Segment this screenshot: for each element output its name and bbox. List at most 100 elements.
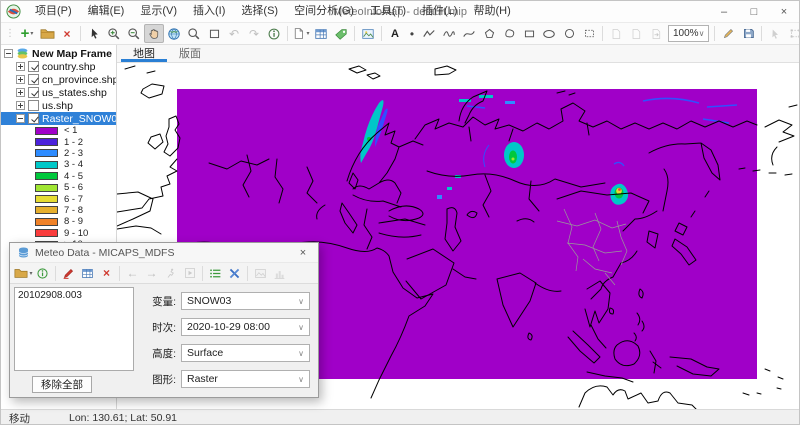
table-icon	[314, 27, 328, 41]
point-graphic-button[interactable]: •	[405, 24, 419, 43]
identify-button[interactable]	[264, 24, 284, 43]
select-tool-button[interactable]	[84, 24, 104, 43]
data-file-item[interactable]: 20102908.003	[18, 290, 130, 301]
page-arrow-icon	[650, 28, 662, 40]
dialog-animate-button[interactable]	[161, 264, 180, 282]
dialog-image-button[interactable]	[251, 264, 270, 282]
tree-node-layer-selected[interactable]: Raster_SNOW03_Surfa	[1, 112, 116, 125]
variable-select[interactable]: SNOW03 ∨	[181, 292, 310, 310]
coast-australia	[579, 386, 700, 409]
expand-expander-icon[interactable]	[16, 62, 25, 71]
expand-expander-icon[interactable]	[16, 101, 25, 110]
dialog-open-file-button[interactable]: ▾	[14, 264, 33, 282]
remove-layers-button[interactable]: ×	[57, 24, 77, 43]
freehand-polygon-button[interactable]	[499, 24, 519, 43]
edit-graphic-button[interactable]	[718, 24, 738, 43]
time-select[interactable]: 2020-10-29 08:00 ∨	[181, 318, 310, 336]
tree-node-layer[interactable]: us.shp	[1, 99, 116, 112]
zoom-level-combo[interactable]: 100% ∨	[668, 25, 709, 42]
menu-help[interactable]: 帮助(H)	[465, 1, 518, 22]
dialog-chart-button[interactable]	[270, 264, 289, 282]
legend-item: 5 - 6	[1, 182, 116, 193]
level-select[interactable]: Surface ∨	[181, 344, 310, 362]
menu-selection[interactable]: 选择(S)	[233, 1, 286, 22]
expand-expander-icon[interactable]	[16, 75, 25, 84]
save-button[interactable]	[738, 24, 758, 43]
tree-node-layer[interactable]: cn_province.shp	[1, 73, 116, 86]
menu-project[interactable]: 项目(P)	[27, 1, 80, 22]
layer-checkbox[interactable]	[28, 100, 39, 111]
tab-map[interactable]: 地图	[121, 45, 167, 62]
circle-icon	[563, 27, 576, 40]
dialog-title-bar[interactable]: Meteo Data - MICAPS_MDFS ×	[10, 243, 318, 262]
close-button[interactable]: ×	[769, 1, 799, 22]
dialog-draw-button[interactable]	[59, 264, 78, 282]
graphic-type-select[interactable]: Raster ∨	[181, 370, 310, 388]
add-layer-button[interactable]: +▾	[17, 24, 37, 43]
tree-node-layer[interactable]: us_states.shp	[1, 86, 116, 99]
polyline-graphic-button[interactable]	[419, 24, 439, 43]
layer-checkbox[interactable]	[28, 61, 39, 72]
dialog-data-table-button[interactable]	[78, 264, 97, 282]
text-graphic-button[interactable]: A	[385, 24, 405, 43]
polygon-icon	[483, 27, 496, 40]
zoom-to-extent-button[interactable]	[204, 24, 224, 43]
collapse-expander-icon[interactable]	[4, 49, 13, 58]
data-file-list[interactable]: 20102908.003	[14, 287, 134, 371]
zoom-in-tool-button[interactable]	[104, 24, 124, 43]
select-graphics-button[interactable]	[579, 24, 599, 43]
dialog-play-button[interactable]	[180, 264, 199, 282]
remove-all-button[interactable]: 移除全部	[32, 376, 92, 393]
legend-item: 9 - 10	[1, 228, 116, 239]
edit-start-button[interactable]	[765, 24, 785, 43]
pan-tool-button[interactable]	[144, 24, 164, 43]
title-bar: 项目(P) 编辑(E) 显示(V) 插入(I) 选择(S) 空间分析(G) 工具…	[1, 1, 799, 23]
menu-tools[interactable]: 工具(T)	[362, 1, 414, 22]
menu-spatial-analysis[interactable]: 空间分析(G)	[286, 1, 362, 22]
menu-edit[interactable]: 编辑(E)	[80, 1, 133, 22]
dialog-data-info-button[interactable]	[33, 264, 52, 282]
expand-expander-icon[interactable]	[16, 88, 25, 97]
toolbar-separator	[247, 266, 248, 281]
rectangle-graphic-button[interactable]	[519, 24, 539, 43]
dialog-previous-button[interactable]: ←	[123, 264, 142, 282]
ellipse-graphic-button[interactable]	[539, 24, 559, 43]
zoom-to-layer-button[interactable]	[184, 24, 204, 43]
attribute-table-button[interactable]	[311, 24, 331, 43]
layer-checkbox[interactable]	[28, 87, 39, 98]
app-icon	[6, 4, 21, 19]
insert-image-button[interactable]	[358, 24, 378, 43]
tree-node-map-frame[interactable]: New Map Frame	[1, 47, 116, 60]
dialog-variable-list-button[interactable]	[206, 264, 225, 282]
layer-checkbox[interactable]	[28, 74, 39, 85]
dialog-close-icon[interactable]: ×	[295, 247, 311, 259]
collapse-expander-icon[interactable]	[16, 114, 25, 123]
zoom-out-tool-button[interactable]	[124, 24, 144, 43]
full-extent-button[interactable]	[164, 24, 184, 43]
label-button[interactable]	[331, 24, 351, 43]
minimize-button[interactable]: –	[709, 1, 739, 22]
tab-layout[interactable]: 版面	[167, 45, 213, 62]
graphic-copy-button[interactable]	[606, 24, 626, 43]
open-file-button[interactable]	[37, 24, 57, 43]
maximize-button[interactable]: □	[739, 1, 769, 22]
page-small-icon	[630, 28, 642, 40]
graphic-paste-button[interactable]	[626, 24, 646, 43]
menu-plugins[interactable]: 插件(L)	[414, 1, 465, 22]
dialog-remove-data-button[interactable]: ×	[97, 264, 116, 282]
edit-vertices-button[interactable]	[785, 24, 800, 43]
menu-view[interactable]: 显示(V)	[132, 1, 185, 22]
new-layout-button[interactable]: ▾	[291, 24, 311, 43]
dialog-next-button[interactable]: →	[142, 264, 161, 282]
polygon-graphic-button[interactable]	[479, 24, 499, 43]
tree-node-layer[interactable]: country.shp	[1, 60, 116, 73]
curve-graphic-button[interactable]	[459, 24, 479, 43]
redo-button[interactable]: ↷	[244, 24, 264, 43]
circle-graphic-button[interactable]	[559, 24, 579, 43]
dialog-settings-button[interactable]	[225, 264, 244, 282]
layer-checkbox[interactable]	[28, 113, 39, 124]
undo-button[interactable]: ↶	[224, 24, 244, 43]
freehand-graphic-button[interactable]	[439, 24, 459, 43]
graphic-export-button[interactable]	[646, 24, 666, 43]
menu-insert[interactable]: 插入(I)	[185, 1, 233, 22]
